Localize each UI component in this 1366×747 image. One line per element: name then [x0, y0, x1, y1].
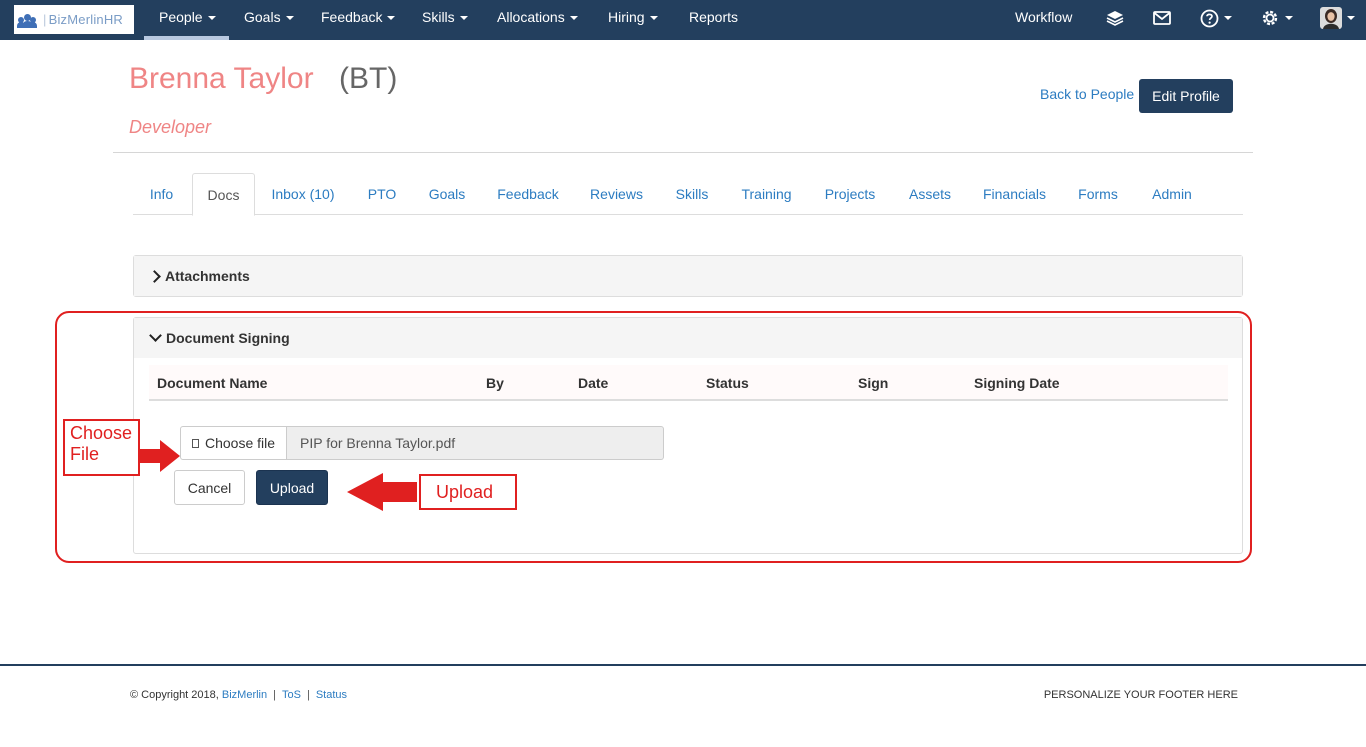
- top-navbar: | BizMerlinHR People Goals Feedback Skill…: [0, 0, 1366, 40]
- footer-divider: [0, 664, 1366, 666]
- footer-tos-link[interactable]: ToS: [282, 689, 301, 701]
- annotation-choose-file-label: Choose File: [63, 419, 140, 476]
- tab-info[interactable]: Info: [133, 173, 190, 215]
- annotation-upload-label: Upload: [419, 474, 517, 510]
- chevron-down-icon: [649, 16, 658, 20]
- header-divider: [113, 152, 1253, 153]
- person-name: Brenna Taylor: [129, 62, 314, 95]
- tab-admin[interactable]: Admin: [1134, 173, 1210, 215]
- nav-feedback[interactable]: Feedback: [321, 0, 396, 40]
- chevron-down-icon: [569, 16, 578, 20]
- nav-goals[interactable]: Goals: [244, 0, 294, 40]
- chevron-down-icon: [387, 16, 396, 20]
- bizmerlin-logo[interactable]: | BizMerlinHR: [14, 5, 134, 34]
- chevron-down-icon: [1285, 16, 1293, 20]
- tab-financials[interactable]: Financials: [967, 173, 1062, 215]
- chevron-down-icon: [285, 16, 294, 20]
- back-to-people-link[interactable]: Back to People: [1040, 86, 1134, 102]
- nav-reports[interactable]: Reports: [689, 0, 738, 40]
- tab-assets[interactable]: Assets: [895, 173, 965, 215]
- person-initials: (BT): [339, 62, 398, 95]
- help-icon[interactable]: [1200, 7, 1232, 29]
- footer-bizmerlin-link[interactable]: BizMerlin: [222, 689, 267, 701]
- tab-feedback[interactable]: Feedback: [481, 173, 575, 215]
- footer-separator: |: [306, 689, 310, 701]
- chevron-down-icon: [1224, 16, 1232, 20]
- tab-reviews[interactable]: Reviews: [577, 173, 656, 215]
- chevron-right-icon: [148, 269, 161, 283]
- footer-separator: |: [273, 689, 276, 701]
- annotation-choose-text: Choose: [70, 423, 133, 443]
- attachments-panel: Attachments: [133, 255, 1243, 297]
- footer-copyright: © Copyright 2018,: [130, 689, 219, 701]
- nav-allocations[interactable]: Allocations: [497, 0, 578, 40]
- footer-personalize-text: PERSONALIZE YOUR FOOTER HERE: [1043, 689, 1238, 701]
- mail-icon[interactable]: [1153, 7, 1171, 29]
- annotation-arrow-right-icon: [139, 440, 180, 472]
- chevron-down-icon: [459, 16, 468, 20]
- tab-docs[interactable]: Docs: [192, 173, 255, 216]
- footer-status-link[interactable]: Status: [316, 689, 347, 701]
- user-avatar[interactable]: [1320, 7, 1355, 29]
- attachments-panel-header[interactable]: Attachments: [134, 256, 1242, 296]
- nav-people[interactable]: People: [144, 0, 229, 40]
- annotation-file-text: File: [70, 444, 100, 464]
- person-role: Developer: [129, 117, 212, 137]
- chevron-down-icon: [207, 16, 216, 20]
- tab-skills[interactable]: Skills: [658, 173, 726, 215]
- edit-profile-button[interactable]: Edit Profile: [1139, 79, 1233, 113]
- chevron-down-icon: [1347, 16, 1355, 20]
- logo-text: | BizMerlinHR: [43, 12, 124, 27]
- attachments-title: Attachments: [165, 268, 250, 284]
- nav-hiring[interactable]: Hiring: [608, 0, 658, 40]
- annotation-arrow-left-icon: [347, 473, 417, 511]
- tab-goals[interactable]: Goals: [415, 173, 479, 215]
- profile-tabs: Info Docs Inbox (10) PTO Goals Feedback …: [133, 173, 1243, 216]
- annotation-highlight-frame: [55, 311, 1252, 563]
- tab-inbox[interactable]: Inbox (10): [257, 173, 349, 215]
- tab-forms[interactable]: Forms: [1064, 173, 1132, 215]
- nav-skills[interactable]: Skills: [422, 0, 468, 40]
- layers-icon[interactable]: [1106, 7, 1124, 29]
- tab-training[interactable]: Training: [728, 173, 805, 215]
- footer-links: © Copyright 2018, BizMerlin | ToS | Status: [130, 689, 347, 701]
- tab-projects[interactable]: Projects: [807, 173, 893, 215]
- people-logo-icon: [17, 12, 39, 28]
- nav-workflow[interactable]: Workflow: [1015, 0, 1072, 40]
- settings-icon[interactable]: [1260, 7, 1293, 29]
- tab-pto[interactable]: PTO: [351, 173, 413, 215]
